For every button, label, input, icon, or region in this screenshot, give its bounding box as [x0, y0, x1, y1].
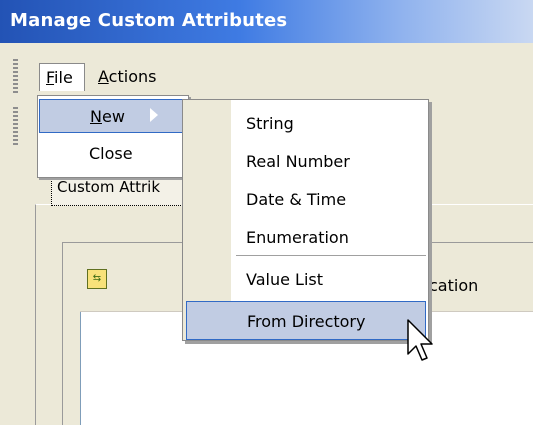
menu-item-close[interactable]: Close — [39, 137, 185, 171]
submenu-item-value-list-label: Value List — [246, 270, 323, 289]
menu-file-label: ile — [54, 68, 73, 87]
submenu-item-value-list[interactable]: Value List — [186, 260, 426, 299]
submenu-item-string[interactable]: String — [186, 104, 426, 143]
menu-file[interactable]: File — [39, 63, 85, 91]
menu-actions[interactable]: Actions — [92, 63, 172, 91]
menu-file-accelerator: F — [46, 68, 55, 87]
menu-actions-label: ctions — [108, 67, 157, 86]
title-bar: Manage Custom Attributes — [0, 0, 533, 43]
submenu-item-from-directory[interactable]: From Directory — [186, 301, 426, 340]
submenu-arrow-icon — [150, 108, 158, 122]
list-column-header[interactable]: cation — [429, 276, 478, 295]
menu-actions-accelerator: A — [98, 67, 109, 86]
menu-item-new-label: ew — [101, 107, 125, 126]
menu-item-close-label: Close — [89, 144, 133, 163]
menu-item-new[interactable]: New — [39, 99, 185, 133]
menu-item-new-accelerator: N — [90, 107, 102, 126]
submenu-separator — [236, 255, 426, 256]
submenu-item-from-directory-label: From Directory — [247, 312, 366, 331]
submenu-item-real-number-label: Real Number — [246, 152, 350, 171]
window-title: Manage Custom Attributes — [10, 10, 288, 31]
submenu-item-date-time-label: Date & Time — [246, 190, 347, 209]
submenu-item-date-time[interactable]: Date & Time — [186, 180, 426, 219]
tree-icon[interactable]: ⇆ — [87, 269, 107, 289]
tab-custom-attributes-label: Custom Attrik — [57, 178, 161, 196]
submenu-item-real-number[interactable]: Real Number — [186, 142, 426, 181]
toolbar-grip[interactable] — [13, 107, 18, 145]
submenu-item-enumeration[interactable]: Enumeration — [186, 218, 426, 257]
submenu-item-enumeration-label: Enumeration — [246, 228, 349, 247]
mouse-cursor-icon — [407, 319, 433, 361]
submenu-item-string-label: String — [246, 114, 294, 133]
menubar-grip[interactable] — [13, 59, 18, 95]
